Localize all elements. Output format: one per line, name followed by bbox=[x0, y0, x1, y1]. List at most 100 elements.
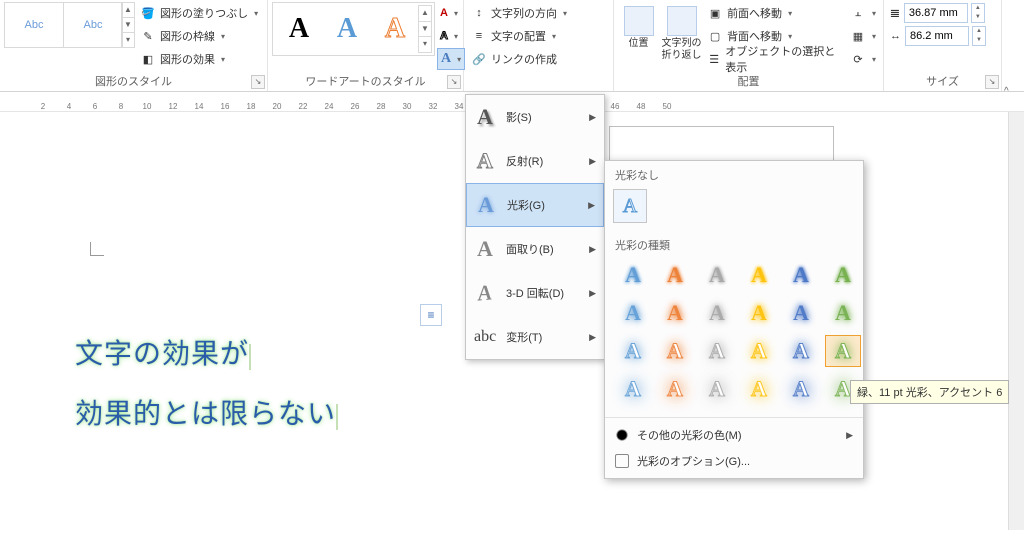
glow-variant[interactable]: A bbox=[657, 259, 693, 291]
align-objects-icon: ⫠ bbox=[850, 5, 866, 21]
wordart-preset[interactable]: A bbox=[275, 5, 323, 53]
glow-variant[interactable]: A bbox=[825, 297, 861, 329]
dialog-launcher[interactable]: ↘ bbox=[251, 75, 265, 89]
glow-variant[interactable]: A bbox=[615, 259, 651, 291]
label: 位置 bbox=[629, 38, 649, 50]
label: 文字列の 折り返し bbox=[662, 38, 702, 62]
glow-variant[interactable]: A bbox=[657, 335, 693, 367]
shape-fill-button[interactable]: 🪣図形の塗りつぶし▾ bbox=[137, 2, 261, 24]
width-field-row: ↔ ▲▼ bbox=[888, 25, 988, 47]
glow-variant[interactable]: A bbox=[615, 297, 651, 329]
glow-variant[interactable]: A bbox=[783, 259, 819, 291]
selection-pane-button[interactable]: ☰オブジェクトの選択と表示 bbox=[704, 48, 845, 70]
rotate-button[interactable]: ⟳▾ bbox=[847, 48, 879, 70]
text-cursor bbox=[336, 404, 338, 430]
wordart-preset[interactable]: A bbox=[323, 5, 371, 53]
wrap-text-button[interactable]: 文字列の 折り返し bbox=[661, 2, 702, 62]
label: 光彩のオプション(G)... bbox=[637, 453, 750, 469]
shape-effects-label: 図形の効果 bbox=[160, 51, 215, 67]
glow-tooltip: 緑、11 pt 光彩、アクセント 6 bbox=[850, 380, 1009, 404]
rotate-icon: ⟳ bbox=[850, 51, 866, 67]
vertical-scrollbar[interactable] bbox=[1008, 112, 1024, 530]
label: 文字列の方向 bbox=[491, 5, 557, 21]
text-outline-button[interactable]: A▾ bbox=[437, 25, 465, 47]
glow-variant[interactable]: A bbox=[741, 335, 777, 367]
dialog-launcher[interactable]: ↘ bbox=[985, 75, 999, 89]
glow-variant[interactable]: A bbox=[699, 259, 735, 291]
group-arrange: 位置 文字列の 折り返し ▣前面へ移動▾ ▢背面へ移動▾ ☰オブジェクトの選択と… bbox=[614, 0, 884, 91]
menu-shadow[interactable]: A影(S)▶ bbox=[466, 95, 604, 139]
shape-style-item[interactable]: Abc bbox=[4, 2, 64, 48]
bring-forward-button[interactable]: ▣前面へ移動▾ bbox=[704, 2, 845, 24]
document-text-line[interactable]: 文字の効果が bbox=[75, 332, 251, 372]
glow-variant[interactable]: A bbox=[615, 373, 651, 405]
glow-variations-header: 光彩の種類 bbox=[605, 231, 863, 257]
glow-variant[interactable]: A bbox=[783, 373, 819, 405]
ribbon: Abc Abc ▲▼▾ 🪣図形の塗りつぶし▾ ✎図形の枠線▾ ◧図形の効果▾ 図… bbox=[0, 0, 1024, 92]
label: その他の光彩の色(M) bbox=[637, 427, 742, 443]
glow-variant[interactable]: A bbox=[699, 297, 735, 329]
glow-variant[interactable]: A bbox=[825, 259, 861, 291]
group-button[interactable]: ▦▾ bbox=[847, 25, 879, 47]
shape-effects-button[interactable]: ◧図形の効果▾ bbox=[137, 48, 261, 70]
glow-variant[interactable]: A bbox=[741, 373, 777, 405]
group-wordart-styles: A A A ▲▼▾ A▾ A▾ A▾ ワードアートのスタイル ↘ bbox=[268, 0, 464, 91]
layout-options-button[interactable]: ≡ bbox=[420, 304, 442, 326]
group-label: ワードアートのスタイル bbox=[272, 71, 459, 91]
glow-variant[interactable]: A bbox=[699, 373, 735, 405]
position-button[interactable]: 位置 bbox=[618, 2, 659, 50]
glow-variant[interactable]: A bbox=[657, 297, 693, 329]
shape-style-item[interactable]: Abc bbox=[63, 2, 123, 48]
height-input[interactable] bbox=[904, 3, 968, 23]
menu-glow[interactable]: A光彩(G)▶ bbox=[466, 183, 604, 227]
text-align-button[interactable]: ≡文字の配置▾ bbox=[468, 25, 570, 47]
glow-variant[interactable]: A bbox=[657, 373, 693, 405]
glow-variant[interactable]: A bbox=[699, 335, 735, 367]
width-spinner[interactable]: ▲▼ bbox=[972, 26, 986, 46]
link-icon: 🔗 bbox=[471, 51, 487, 67]
text-effects-button[interactable]: A▾ bbox=[437, 48, 465, 70]
document-text-line[interactable]: 効果的とは限らない bbox=[75, 392, 338, 432]
text-effects-icon: A bbox=[441, 51, 451, 67]
wordart-preset[interactable]: A bbox=[371, 5, 419, 53]
group-size: 𝌆 ▲▼ ↔ ▲▼ サイズ ↘ bbox=[884, 0, 1002, 91]
more-glow-colors[interactable]: その他の光彩の色(M)▶ bbox=[605, 422, 863, 448]
bucket-icon: 🪣 bbox=[140, 5, 156, 21]
text-fill-button[interactable]: A▾ bbox=[437, 2, 465, 24]
glow-variant[interactable]: A bbox=[783, 297, 819, 329]
gallery-nav[interactable]: ▲▼▾ bbox=[121, 2, 135, 48]
group-label: 図形のスタイル bbox=[4, 71, 263, 91]
gallery-nav[interactable]: ▲▼▾ bbox=[418, 5, 432, 53]
shape-outline-label: 図形の枠線 bbox=[160, 28, 215, 44]
menu-3d-rotation[interactable]: A3-D 回転(D)▶ bbox=[466, 271, 604, 315]
group-text: ↕文字列の方向▾ ≡文字の配置▾ 🔗リンクの作成 bbox=[464, 0, 614, 91]
menu-transform[interactable]: abc変形(T)▶ bbox=[466, 315, 604, 359]
glow-variant[interactable]: A bbox=[825, 335, 861, 367]
group-label: 配置 bbox=[618, 71, 879, 91]
shape-fill-label: 図形の塗りつぶし bbox=[160, 5, 248, 21]
group-shape-styles: Abc Abc ▲▼▾ 🪣図形の塗りつぶし▾ ✎図形の枠線▾ ◧図形の効果▾ 図… bbox=[0, 0, 268, 91]
shape-outline-button[interactable]: ✎図形の枠線▾ bbox=[137, 25, 261, 47]
group-label bbox=[468, 87, 609, 91]
pen-icon: ✎ bbox=[140, 28, 156, 44]
text-direction-button[interactable]: ↕文字列の方向▾ bbox=[468, 2, 570, 24]
shape-style-gallery[interactable]: Abc Abc ▲▼▾ bbox=[4, 2, 135, 48]
glow-variant[interactable]: A bbox=[741, 297, 777, 329]
create-link-button[interactable]: 🔗リンクの作成 bbox=[468, 48, 570, 70]
height-icon: 𝌆 bbox=[890, 7, 900, 20]
glow-none-option[interactable]: A bbox=[613, 189, 647, 223]
width-input[interactable] bbox=[905, 26, 969, 46]
height-spinner[interactable]: ▲▼ bbox=[971, 3, 985, 23]
wordart-gallery[interactable]: A A A ▲▼▾ bbox=[272, 2, 435, 56]
menu-reflection[interactable]: A反射(R)▶ bbox=[466, 139, 604, 183]
align-button[interactable]: ⫠▾ bbox=[847, 2, 879, 24]
menu-bevel[interactable]: A面取り(B)▶ bbox=[466, 227, 604, 271]
glow-variant[interactable]: A bbox=[741, 259, 777, 291]
position-icon bbox=[624, 6, 654, 36]
glow-variant[interactable]: A bbox=[783, 335, 819, 367]
glow-variant[interactable]: A bbox=[615, 335, 651, 367]
glow-options[interactable]: 光彩のオプション(G)... bbox=[605, 448, 863, 474]
text-effects-menu: A影(S)▶ A反射(R)▶ A光彩(G)▶ A面取り(B)▶ A3-D 回転(… bbox=[465, 94, 605, 360]
dialog-launcher[interactable]: ↘ bbox=[447, 75, 461, 89]
group-icon: ▦ bbox=[850, 28, 866, 44]
